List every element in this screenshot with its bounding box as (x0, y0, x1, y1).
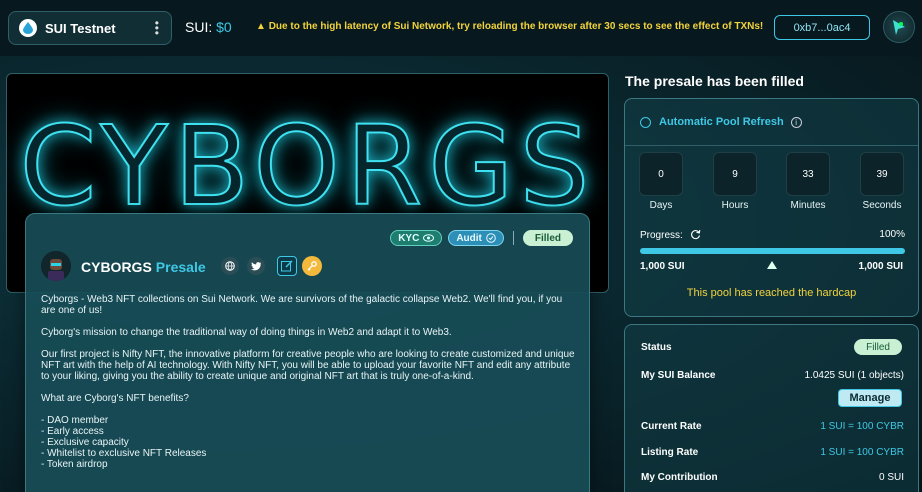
profile-avatar[interactable] (883, 11, 915, 43)
pool-refresh-row: Automatic Pool Refresh i (625, 99, 918, 146)
sui-balance: SUI: $0 (185, 19, 232, 35)
list-item: - Early access (41, 426, 104, 437)
banner-logo-text: CYBORGS (19, 101, 596, 231)
latency-warning: ▲ Due to the high latency of Sui Network… (256, 21, 764, 32)
progress-marker-icon (767, 261, 777, 269)
refresh-icon[interactable] (690, 229, 701, 240)
progress-max: 1,000 SUI (858, 261, 903, 272)
twitter-icon[interactable] (247, 257, 265, 275)
pool-refresh-label[interactable]: Automatic Pool Refresh (659, 116, 784, 128)
description-paragraph: What are Cyborg's NFT benefits? (41, 393, 189, 404)
audit-badge[interactable]: Audit (448, 230, 504, 246)
benefits-list: - DAO member - Early access - Exclusive … (41, 415, 576, 470)
progress-bar (640, 248, 905, 254)
manage-button[interactable]: Manage (838, 389, 902, 407)
status-filled-badge: Filled (854, 339, 902, 355)
progress-bar-fill (640, 248, 905, 254)
wallet-address-button[interactable]: 0xb7...0ac4 (774, 15, 870, 40)
badge-row: KYC Audit Filled (390, 230, 573, 246)
status-badge: Filled (522, 230, 573, 246)
warning-icon: ▲ (256, 21, 266, 32)
list-item: - Exclusive capacity (41, 437, 129, 448)
project-card: KYC Audit Filled CYBORGS Presale Cyborgs … (25, 213, 590, 492)
refresh-radio[interactable] (640, 116, 651, 128)
top-bar: SUI Testnet • • • SUI: $0 ▲ Due to the hig… (0, 0, 922, 56)
hardcap-message: This pool has reached the hardcap (686, 287, 857, 299)
website-icon[interactable] (221, 257, 239, 275)
countdown-seconds: 39 Seconds (859, 152, 905, 211)
progress-percent: 100% (879, 229, 905, 240)
list-item: - DAO member (41, 415, 109, 426)
countdown-minutes: 33 Minutes (785, 152, 831, 211)
network-selector[interactable]: SUI Testnet • • • (8, 11, 172, 45)
countdown-days: 0 Days (638, 152, 684, 211)
project-title: CYBORGS Presale (81, 259, 206, 275)
presale-filled-heading: The presale has been filled (625, 73, 804, 89)
description-paragraph: Our first project is Nifty NFT, the inno… (41, 349, 575, 382)
project-logo (41, 251, 71, 281)
status-card: Status Filled My SUI Balance 1.0425 SUI … (624, 324, 919, 492)
progress-min: 1,000 SUI (640, 261, 685, 272)
info-icon[interactable]: i (790, 116, 802, 128)
pool-card: Automatic Pool Refresh i 0 Days 9 Hours … (624, 98, 919, 317)
list-item: - Whitelist to exclusive NFT Releases (41, 448, 207, 459)
badge-divider (512, 231, 514, 245)
list-item: - Token airdrop (41, 459, 108, 470)
network-label: SUI Testnet (45, 20, 116, 36)
sui-drop-icon (19, 19, 37, 37)
eye-icon (423, 234, 435, 242)
kyc-badge[interactable]: KYC (390, 230, 443, 246)
description-paragraph: Cyborgs - Web3 NFT collections on Sui Ne… (41, 294, 563, 316)
progress-label: Progress: (640, 230, 683, 241)
description-paragraph: Cyborg's mission to change the tradition… (41, 327, 452, 338)
countdown-hours: 9 Hours (712, 152, 758, 211)
project-description: Cyborgs - Web3 NFT collections on Sui Ne… (41, 294, 576, 470)
check-circle-icon (486, 233, 496, 243)
kebab-menu-icon[interactable]: • • • (155, 17, 159, 39)
key-icon[interactable] (302, 256, 322, 276)
edit-icon[interactable] (277, 256, 297, 276)
